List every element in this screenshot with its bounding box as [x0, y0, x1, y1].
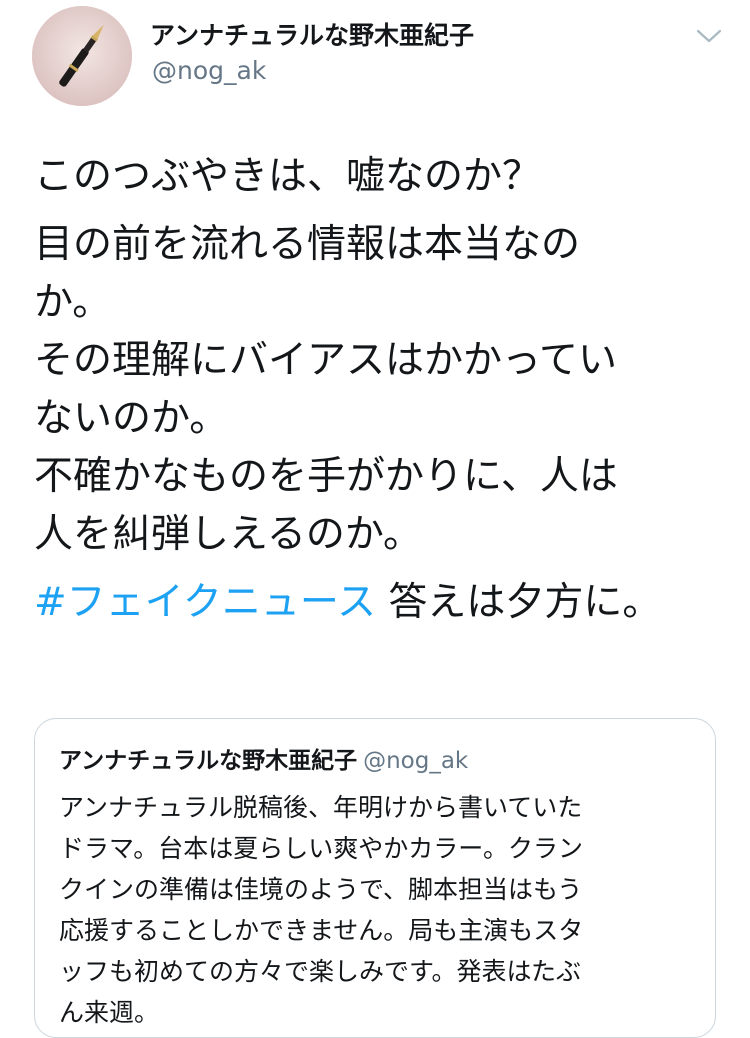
tweet-line: 人を糾弾しえるのか。	[34, 512, 423, 557]
chevron-down-icon[interactable]	[694, 24, 724, 48]
tweet-line-hashtag: #フェイクニュース 答えは夕方に。	[34, 574, 724, 632]
tweet-line: その理解にバイアスはかかってい	[34, 338, 618, 383]
hashtag-link[interactable]: #フェイクニュース	[34, 580, 376, 625]
tweet-line: 不確かなものを手がかりに、人は	[34, 454, 618, 499]
quoted-display-name: アンナチュラルな野木亜紀子	[59, 748, 358, 774]
quoted-tweet-text: アンナチュラル脱稿後、年明けから書いていた ドラマ。台本は夏らしい爽やかカラー。…	[59, 787, 699, 1033]
quoted-line: クインの準備は佳境のようで、脚本担当はもう	[59, 875, 583, 904]
tweet-line: か。	[34, 280, 112, 325]
quoted-user-handle: @nog_ak	[363, 748, 469, 774]
tweet-line: 目の前を流れる情報は本当なの	[34, 222, 581, 267]
quoted-tweet-header: アンナチュラルな野木亜紀子 @nog_ak	[59, 741, 468, 775]
quoted-line: ん来週。	[59, 998, 160, 1027]
display-name[interactable]: アンナチュラルな野木亜紀子	[150, 16, 474, 52]
avatar[interactable]	[32, 6, 132, 106]
quoted-line: 応援することしかできません。局も主演もスタ	[59, 916, 584, 945]
quoted-line: ッフも初めての方々で楽しみです。発表はたぶ	[59, 957, 582, 986]
tweet-line-tail: 答えは夕方に。	[388, 580, 662, 625]
tweet-line: このつぶやきは、嘘なのか？	[34, 154, 542, 199]
quoted-line: アンナチュラル脱稿後、年明けから書いていた	[59, 793, 583, 822]
quoted-tweet-card[interactable]: アンナチュラルな野木亜紀子 @nog_ak アンナチュラル脱稿後、年明けから書いて…	[34, 718, 716, 1038]
tweet-text: このつぶやきは、嘘なのか？ 目の前を流れる情報は本当なの か。 その理解にバイア…	[34, 148, 724, 632]
tweet-line: ないのか。	[34, 396, 229, 441]
user-handle[interactable]: @nog_ak	[152, 56, 266, 85]
fountain-pen-avatar-image	[32, 6, 132, 106]
quoted-line: ドラマ。台本は夏らしい爽やかカラー。クラン	[59, 834, 584, 863]
